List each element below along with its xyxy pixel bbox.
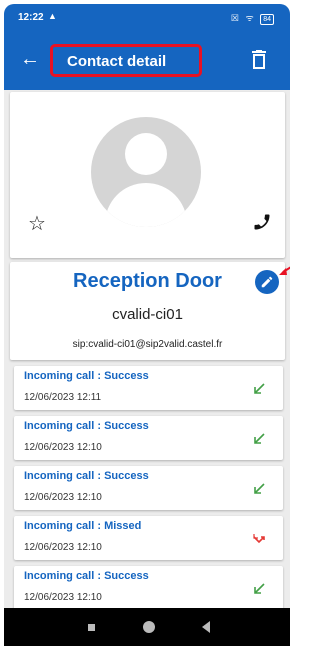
avatar-card: ☆: [10, 92, 285, 258]
battery-icon: 84: [260, 14, 274, 25]
call-title: Incoming call : Success: [24, 570, 149, 582]
annotation-arrow-icon: [279, 266, 290, 275]
call-time: 12/06/2023 12:10: [24, 592, 102, 603]
app-bar: ← Contact detail: [4, 30, 290, 90]
status-time: 12:22: [18, 12, 44, 23]
warning-icon: ▲: [48, 11, 57, 21]
star-outline-icon[interactable]: ☆: [28, 211, 46, 236]
arrow-down-left-icon: [254, 433, 265, 444]
missed-call-icon: [253, 534, 265, 544]
avatar-body: [105, 183, 187, 227]
avatar-head: [125, 133, 167, 175]
call-history-list[interactable]: Incoming call : Success 12/06/2023 12:11…: [4, 364, 290, 608]
trash-icon[interactable]: [251, 50, 267, 70]
arrow-down-left-icon: [254, 583, 265, 594]
call-time: 12/06/2023 12:10: [24, 492, 102, 503]
home-icon[interactable]: [143, 621, 155, 633]
recent-apps-icon[interactable]: [88, 624, 95, 631]
call-title: Incoming call : Missed: [24, 520, 142, 532]
contact-username: cvalid-ci01: [112, 306, 183, 323]
contact-info-card: Reception Door cvalid-ci01 sip:cvalid-ci…: [10, 262, 290, 360]
arrow-down-left-icon: [254, 383, 265, 394]
pencil-icon: [261, 276, 273, 288]
wifi-icon: ☒ ᯤ: [230, 13, 256, 23]
call-history-item[interactable]: Incoming call : Success 12/06/2023 12:11: [14, 366, 283, 410]
back-triangle-icon[interactable]: [202, 621, 210, 633]
call-history-item[interactable]: Incoming call : Success 12/06/2023 12:10: [14, 566, 283, 608]
contact-name: Reception Door: [73, 270, 222, 292]
call-time: 12/06/2023 12:11: [24, 392, 102, 403]
call-history-item[interactable]: Incoming call : Success 12/06/2023 12:10: [14, 416, 283, 460]
call-time: 12/06/2023 12:10: [24, 442, 102, 453]
title-highlight-box: Contact detail: [50, 44, 202, 77]
arrow-down-left-icon: [254, 483, 265, 494]
page-title: Contact detail: [67, 53, 167, 70]
status-icons: ☒ ᯤ 84: [231, 11, 274, 25]
back-arrow-icon[interactable]: ←: [20, 48, 40, 71]
call-title: Incoming call : Success: [24, 470, 149, 482]
call-history-item[interactable]: Incoming call : Success 12/06/2023 12:10: [14, 466, 283, 510]
contact-sip-address: sip:cvalid-ci01@sip2valid.castel.fr: [72, 339, 223, 350]
system-nav-bar: [4, 608, 290, 646]
phone-icon[interactable]: [252, 212, 272, 232]
call-title: Incoming call : Success: [24, 370, 149, 382]
call-time: 12/06/2023 12:10: [24, 542, 102, 553]
phone-screen: 12:22 ▲ ☒ ᯤ 84 ← Contact detail ☆ Recept…: [4, 4, 290, 646]
call-title: Incoming call : Success: [24, 420, 149, 432]
avatar: [91, 117, 201, 227]
call-history-item[interactable]: Incoming call : Missed 12/06/2023 12:10: [14, 516, 283, 560]
status-bar: 12:22 ▲ ☒ ᯤ 84: [4, 4, 290, 30]
